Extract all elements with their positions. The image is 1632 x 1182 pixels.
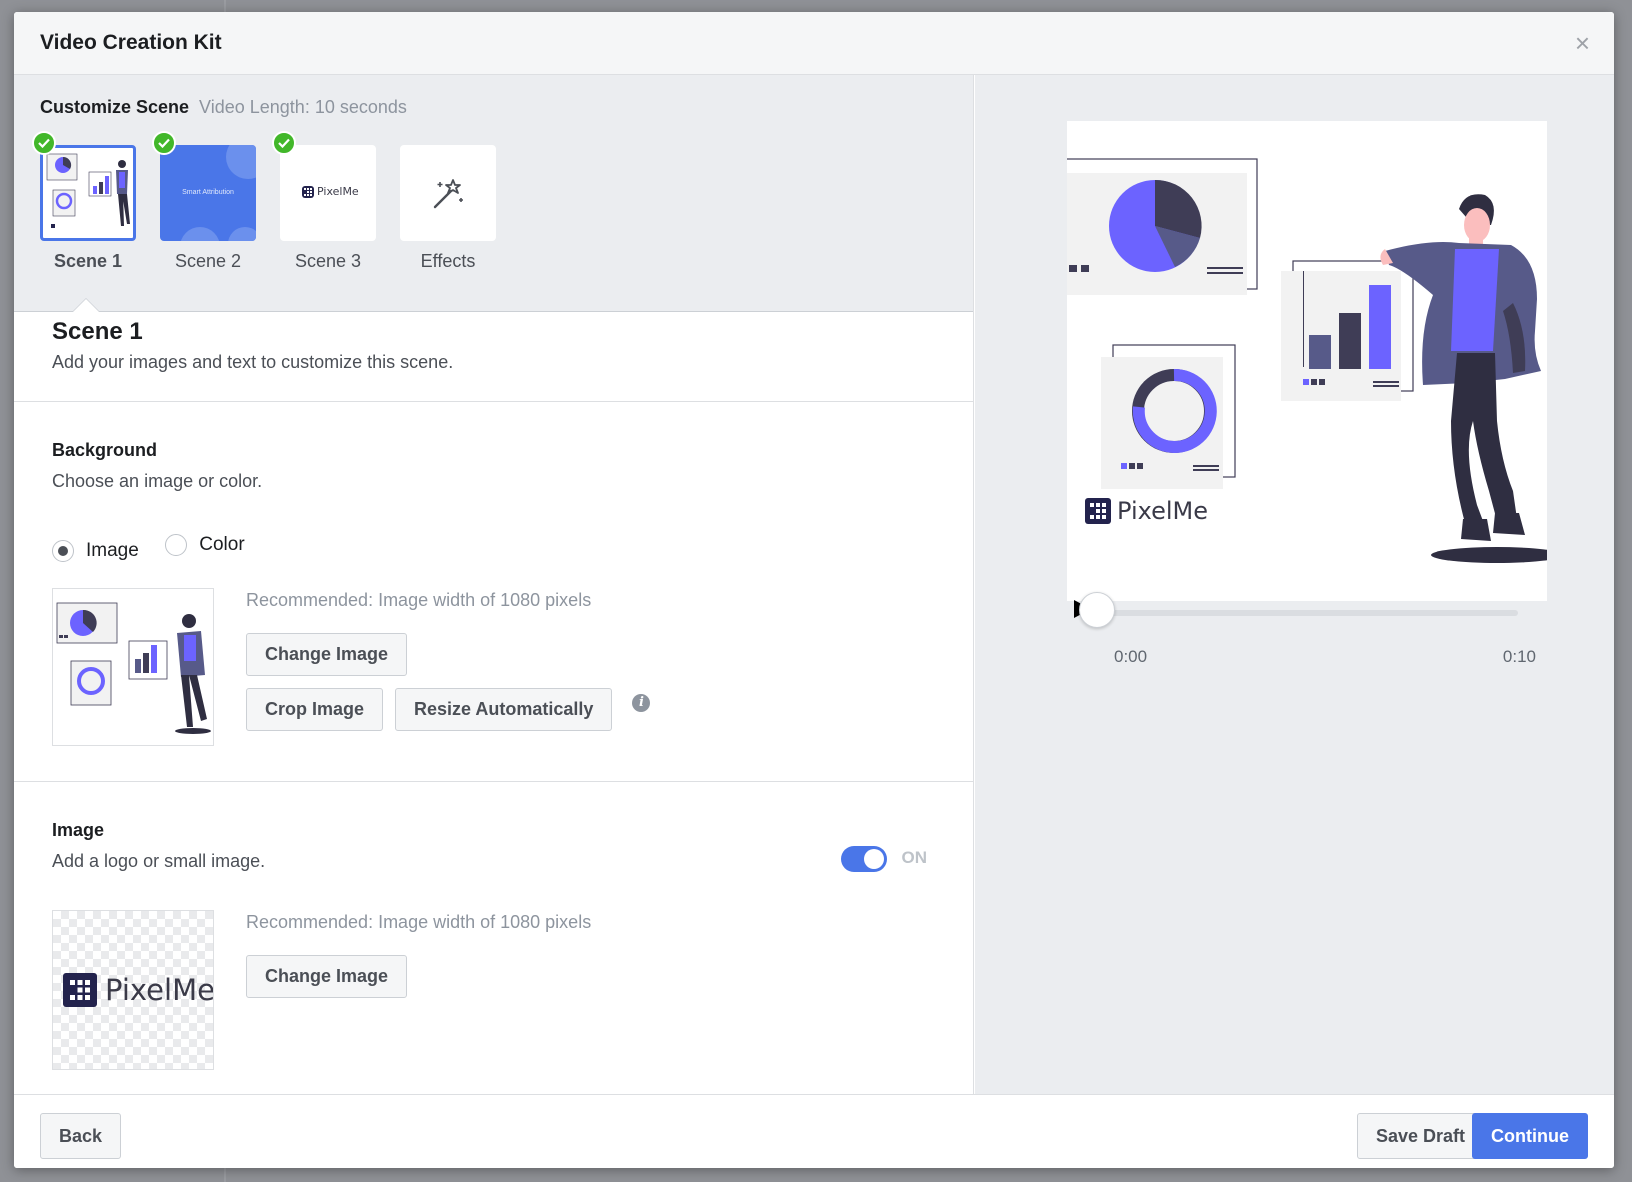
scene-2-label: Scene 2 xyxy=(174,251,242,271)
change-background-image-button[interactable]: Change Image xyxy=(246,633,408,676)
scene-2-preview: Smart Attribution xyxy=(160,145,256,241)
close-icon[interactable]: × xyxy=(1575,30,1590,56)
logo-image-row: PixelMe Recommended: Image width of 1080… xyxy=(52,910,933,1070)
check-icon xyxy=(152,131,176,155)
video-length: Video Length: 10 seconds xyxy=(199,97,407,117)
continue-button[interactable]: Continue xyxy=(1472,1113,1588,1159)
pixelme-logo-icon xyxy=(302,185,314,198)
scene-description: Add your images and text to customize th… xyxy=(52,352,454,372)
effects-preview xyxy=(400,145,496,241)
decor-circle xyxy=(180,227,220,241)
background-type-radios: Image Color xyxy=(52,534,933,562)
resize-automatically-button[interactable]: Resize Automatically xyxy=(395,688,613,731)
background-image-preview xyxy=(52,588,214,746)
decor-circle xyxy=(228,227,256,241)
scene-illustration xyxy=(1067,158,1547,563)
change-logo-image-button[interactable]: Change Image xyxy=(246,955,408,998)
dialog-header: Video Creation Kit × xyxy=(14,12,1614,75)
background-title: Background xyxy=(52,440,158,460)
effects-thumb[interactable]: Effects xyxy=(400,145,496,272)
pixelme-logo-text: PixelMe xyxy=(1117,497,1208,525)
dialog-footer: Back Save Draft Continue xyxy=(14,1094,1614,1168)
scene-1-label: Scene 1 xyxy=(53,251,123,271)
playback-scrubber[interactable] xyxy=(1082,610,1518,616)
scene-title: Scene 1 xyxy=(52,318,143,345)
crop-image-button[interactable]: Crop Image xyxy=(246,688,384,731)
customize-scene-title: Customize Scene xyxy=(40,97,190,117)
scene-thumbnails: Scene 1 Smart Attribution Scene 2 PixelM… xyxy=(32,131,520,272)
logo-image-preview: PixelMe xyxy=(52,910,214,1070)
decor-circle xyxy=(226,145,256,179)
background-actions: Recommended: Image width of 1080 pixels … xyxy=(246,588,651,746)
radio-dot xyxy=(165,534,188,556)
pixelme-logo-icon xyxy=(1085,498,1111,524)
pixelme-logo: PixelMe xyxy=(1085,497,1208,525)
logo-recommendation: Recommended: Image width of 1080 pixels xyxy=(246,912,592,932)
scene-1-thumb[interactable]: Scene 1 xyxy=(32,131,136,272)
background-section: Background Choose an image or color. Ima… xyxy=(14,402,973,782)
scene-1-preview xyxy=(40,145,136,241)
video-creation-kit-dialog: Video Creation Kit × Customize Scene Vide… xyxy=(14,12,1614,1168)
radio-dot xyxy=(52,540,74,562)
scene-3-label: Scene 3 xyxy=(294,251,362,271)
radio-color-label: Color xyxy=(199,534,245,555)
image-section-description: Add a logo or small image. xyxy=(52,851,266,871)
radio-image[interactable]: Image xyxy=(52,540,139,562)
image-section: Image Add a logo or small image. ON Pixe… xyxy=(14,782,973,1072)
preview-panel: PixelMe 0:00 0:10 xyxy=(975,75,1614,1094)
check-icon xyxy=(32,131,56,155)
pixelme-logo-text: PixelMe xyxy=(317,185,359,198)
info-icon[interactable]: i xyxy=(632,693,651,712)
active-scene-pointer xyxy=(72,298,100,312)
scene-3-preview: PixelMe xyxy=(280,145,376,241)
scene-3-thumb[interactable]: PixelMe Scene 3 xyxy=(272,131,376,272)
image-toggle-label: ON xyxy=(901,848,928,867)
backdrop-divider xyxy=(224,1168,226,1182)
editor-panel: Customize Scene Video Length: 10 seconds xyxy=(14,75,974,1094)
time-end: 0:10 xyxy=(1502,647,1536,666)
scene-illustration-thumb xyxy=(46,153,130,228)
scene-2-thumb[interactable]: Smart Attribution Scene 2 xyxy=(152,131,256,272)
background-image-row: Recommended: Image width of 1080 pixels … xyxy=(52,588,933,746)
pixelme-logo-text: PixelMe xyxy=(105,973,214,1007)
time-start: 0:00 xyxy=(1114,647,1148,666)
logo-actions: Recommended: Image width of 1080 pixels … xyxy=(246,910,591,1070)
scene-2-text: Smart Attribution xyxy=(182,189,234,196)
check-icon xyxy=(272,131,296,155)
magic-wand-icon xyxy=(433,179,463,209)
scene-illustration-thumb xyxy=(56,602,211,734)
video-preview: PixelMe xyxy=(1067,121,1547,601)
scrubber-handle[interactable] xyxy=(1079,592,1115,628)
save-draft-button[interactable]: Save Draft xyxy=(1356,1113,1484,1159)
background-recommendation: Recommended: Image width of 1080 pixels xyxy=(246,590,592,610)
image-toggle[interactable] xyxy=(841,846,887,872)
scene-heading-section: Scene 1 Add your images and text to cust… xyxy=(14,312,973,402)
background-description: Choose an image or color. xyxy=(52,471,263,491)
back-button[interactable]: Back xyxy=(40,1113,122,1159)
dialog-title: Video Creation Kit xyxy=(40,31,222,54)
pixelme-logo: PixelMe xyxy=(63,973,214,1007)
scene-selector: Customize Scene Video Length: 10 seconds xyxy=(14,75,973,312)
radio-image-label: Image xyxy=(86,540,139,561)
pixelme-logo: PixelMe xyxy=(302,185,359,198)
backdrop-divider xyxy=(224,0,226,12)
image-section-title: Image xyxy=(52,820,105,840)
effects-label: Effects xyxy=(420,251,476,271)
pixelme-logo-icon xyxy=(63,973,97,1007)
radio-color[interactable]: Color xyxy=(165,534,245,556)
